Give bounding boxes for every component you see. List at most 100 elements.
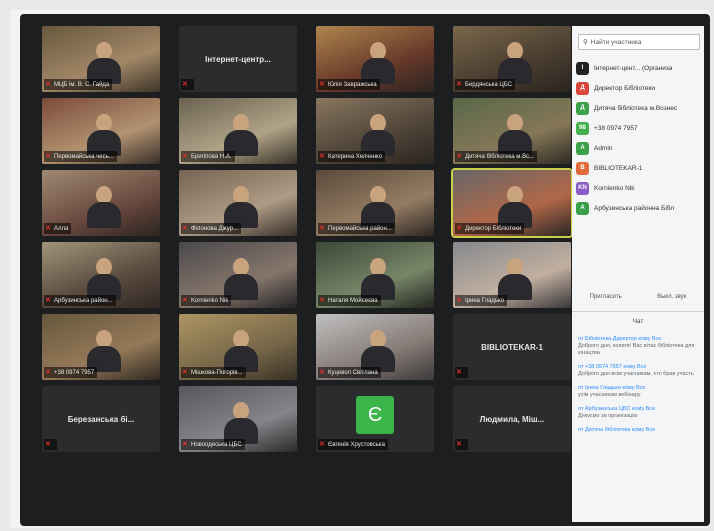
mute-all-button[interactable]: Выкл. звук (657, 294, 686, 300)
mic-muted-icon: ✕ (45, 440, 51, 448)
participants-panel: ⚲ Найти участника І Інтернет-цент... (Орг… (572, 26, 704, 522)
video-tile[interactable]: ✕ Філонова Джур... (179, 170, 297, 236)
participant-avatar: Є (356, 396, 394, 434)
participant-video (360, 114, 395, 156)
video-tile[interactable]: Інтернет-центр... ✕ (179, 26, 297, 92)
video-tile[interactable]: ✕ +38 0974 7957 (42, 314, 160, 380)
video-tile[interactable]: ✕ Kornienko Nik (179, 242, 297, 308)
chat-text: усім учасникам вебінару (578, 392, 641, 398)
participant-row[interactable]: А Admin (576, 138, 704, 158)
tile-name: Kornienko Nik (191, 297, 229, 304)
tile-name-label: ✕ Мішкова-Погорів... (181, 367, 246, 378)
chat-sender: от +38 0974 7957 кому Все (578, 364, 647, 370)
participant-row[interactable]: Д Директор Бібліотеки (576, 78, 704, 98)
participant-video (223, 402, 258, 444)
video-tile[interactable]: ✕ Новоодеська ЦБС (179, 386, 297, 452)
participant-name: Admin (594, 144, 613, 152)
tile-name-label: ✕ Арбузинська район... (44, 295, 116, 306)
mic-muted-icon: ✕ (456, 440, 462, 448)
video-tile[interactable]: ✕ Первомайська район... (316, 170, 434, 236)
video-tile[interactable]: BIBLIOTEKAR-1 ✕ (453, 314, 571, 380)
tile-name-label: ✕ Юлія Завражська (318, 79, 380, 90)
participant-avatar: Д (576, 101, 589, 115)
chat-message: от Арбузинська ЦБС кому Все Дякуємо за ор… (578, 406, 700, 420)
tile-name-label: ✕ Наталя Мойсеєва (318, 295, 381, 306)
participant-video (360, 186, 395, 228)
video-tile[interactable]: ✕ Бердянська ЦБС (453, 26, 571, 92)
participant-list: І Інтернет-цент... (Организа Д Директор Біб… (576, 58, 704, 218)
participant-video (497, 186, 532, 228)
tile-center-name: Інтернет-центр... (205, 54, 271, 64)
mic-muted-icon: ✕ (456, 368, 462, 376)
participant-actions: Пригласить Выкл. звук (572, 294, 704, 300)
video-gallery: ✕ МЦБ ім. В. С. Гайда Інтернет-центр... ✕ ✕ Ю… (42, 26, 573, 510)
tile-name: Євгенія Хрустовська (328, 441, 386, 448)
participant-name: BIBLIOTEKAR-1 (594, 164, 643, 172)
chat-messages: от Бібліотека Директор кому Все Доброго д… (578, 336, 700, 441)
video-tile[interactable]: ✕ Мішкова-Погорів... (179, 314, 297, 380)
participant-avatar: А (576, 141, 589, 155)
tile-name-label: ✕ (455, 367, 468, 378)
participant-row[interactable]: Д Дитяча бібліотека м.Вознес (576, 98, 704, 118)
tile-name-label: ✕ Куцевол Світлана (318, 367, 381, 378)
video-tile[interactable]: ✕ Директор Бібліотеки (451, 168, 573, 238)
panel-divider (572, 311, 704, 312)
participant-avatar: В (576, 161, 589, 175)
chat-text: Доброго дня, колеги! Вас вітає бібліотек… (578, 343, 695, 356)
chat-message: от +38 0974 7957 кому Все Доброго дня всі… (578, 364, 700, 378)
video-tile[interactable]: ✕ МЦБ ім. В. С. Гайда (42, 26, 160, 92)
participant-row[interactable]: І Інтернет-цент... (Организа (576, 58, 704, 78)
tile-name-label: ✕ (181, 79, 194, 90)
participant-row[interactable]: В BIBLIOTEKAR-1 (576, 158, 704, 178)
video-tile[interactable]: Березанська бі... ✕ (42, 386, 160, 452)
participant-row[interactable]: KN Kornienko Nik (576, 178, 704, 198)
mic-muted-icon: ✕ (45, 80, 51, 88)
tile-name-label: ✕ Новоодеська ЦБС (181, 439, 245, 450)
tile-name-label: ✕ Бригіпова Н.А. (181, 151, 235, 162)
tile-name: Первомайська район... (328, 225, 392, 232)
participant-name: Дитяча бібліотека м.Вознес (594, 104, 678, 112)
video-tile[interactable]: ✕ Куцевол Світлана (316, 314, 434, 380)
chat-title: Чат (632, 318, 644, 325)
tile-name-label: ✕ Бердянська ЦБС (455, 79, 516, 90)
chat-sender: от Дитяча бібліотека кому Все (578, 427, 656, 433)
participant-row[interactable]: 98 +38 0974 7957 (576, 118, 704, 138)
video-tile[interactable]: ✕ Алла (42, 170, 160, 236)
search-participant-field[interactable]: ⚲ Найти участника (578, 34, 700, 50)
video-tile[interactable]: ✕ Арбузинська район... (42, 242, 160, 308)
tile-name-label: ✕ Первомайська чесь... (44, 151, 117, 162)
chat-message: от Бібліотека Директор кому Все Доброго д… (578, 336, 700, 357)
tile-center-name: Березанська бі... (67, 414, 135, 424)
video-tile[interactable]: ✕ Юлія Завражська (316, 26, 434, 92)
video-tile[interactable]: ✕ Первомайська чесь... (42, 98, 160, 164)
participant-video (86, 114, 121, 156)
tile-name-label: ✕ Алла (44, 223, 72, 234)
tile-name: +38 0974 7957 (54, 369, 95, 376)
video-tile[interactable]: ✕ Ірина Гладько (453, 242, 571, 308)
mic-muted-icon: ✕ (319, 440, 325, 448)
tile-name-label: ✕ (455, 439, 468, 450)
participant-row[interactable]: А Арбузинська районна Бібл (576, 198, 704, 218)
tile-name-label: ✕ Катерина Хелченко (318, 151, 386, 162)
monitor-screen: ✕ МЦБ ім. В. С. Гайда Інтернет-центр... ✕ ✕ Ю… (20, 14, 710, 526)
participant-avatar: 98 (576, 121, 589, 135)
mic-muted-icon: ✕ (45, 224, 51, 232)
tile-name-label: ✕ Первомайська район... (318, 223, 395, 234)
tile-name: Ірина Гладько (465, 297, 505, 304)
invite-button[interactable]: Пригласить (590, 294, 622, 300)
mic-muted-icon: ✕ (182, 368, 188, 376)
video-tile[interactable]: ✕ Бригіпова Н.А. (179, 98, 297, 164)
video-tile[interactable]: ✕ Катерина Хелченко (316, 98, 434, 164)
tile-name-label: ✕ МЦБ ім. В. С. Гайда (44, 79, 113, 90)
participant-video (360, 330, 395, 372)
video-tile[interactable]: Людмила, Міш... ✕ (453, 386, 571, 452)
search-placeholder: Найти участника (590, 38, 642, 46)
video-tile[interactable]: ✕ Наталя Мойсеєва (316, 242, 434, 308)
video-tile[interactable]: Є ✕ Євгенія Хрустовська (316, 386, 434, 452)
tile-name-label: ✕ +38 0974 7957 (44, 367, 98, 378)
tile-name: Філонова Джур... (191, 225, 238, 232)
mic-muted-icon: ✕ (319, 80, 325, 88)
mic-muted-icon: ✕ (319, 296, 325, 304)
video-tile[interactable]: ✕ Дитяча бібліотека м.Вс... (453, 98, 571, 164)
mic-muted-icon: ✕ (456, 152, 462, 160)
